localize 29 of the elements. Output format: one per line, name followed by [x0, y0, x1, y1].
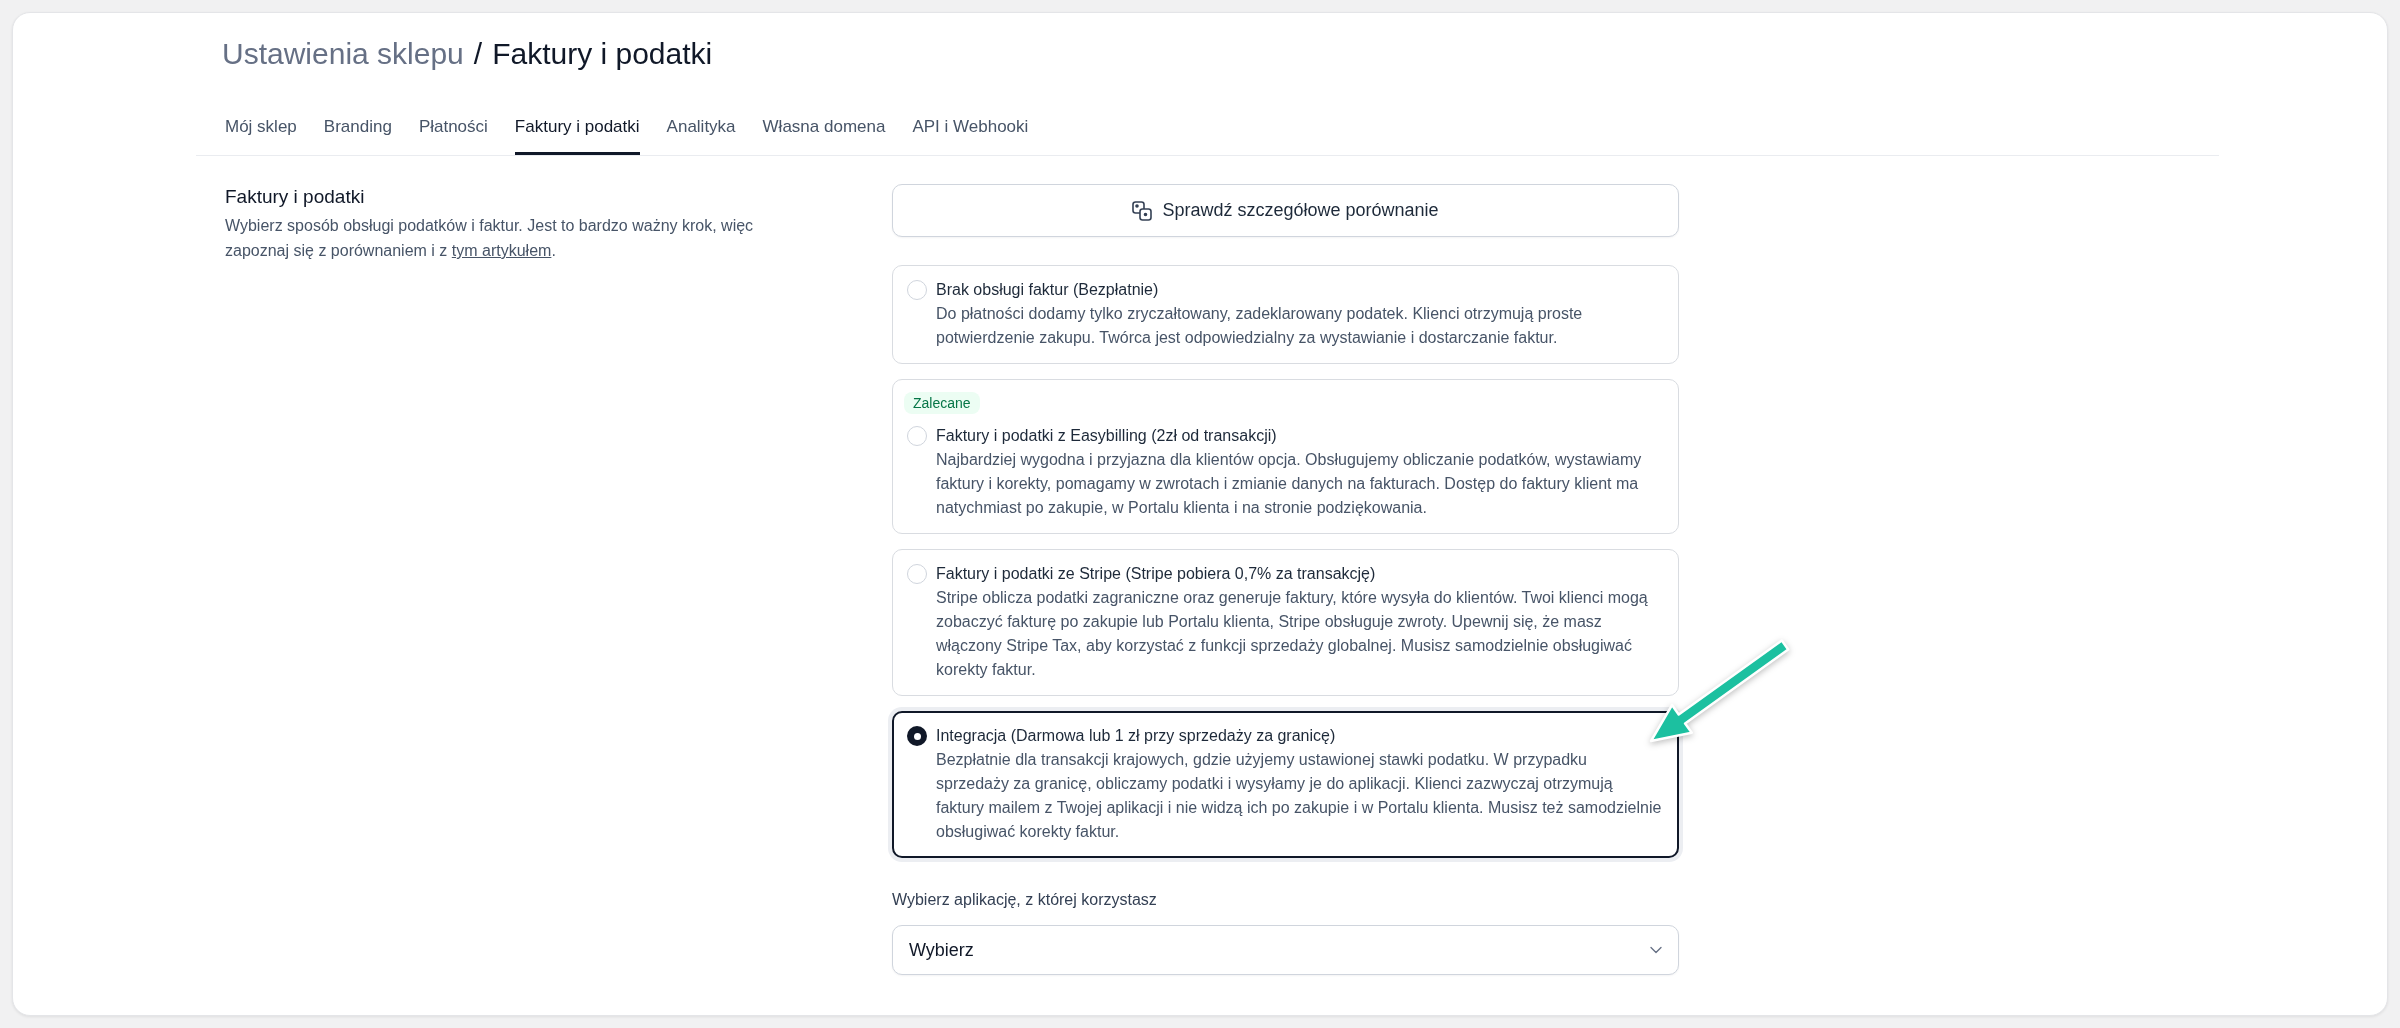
page-title: Faktury i podatki	[492, 36, 713, 72]
compare-button[interactable]: Sprawdź szczegółowe porównanie	[892, 184, 1679, 237]
select-label: Wybierz aplikację, z której korzystasz	[892, 890, 1158, 910]
tab[interactable]: Analityka	[666, 105, 736, 155]
option-title: Faktury i podatki ze Stripe (Stripe pobiera 0,7% za transakcję)	[936, 564, 1377, 584]
option-description: Stripe oblicza podatki zagraniczne oraz generuje faktury, które wysyła do klientów. Twoi klienci mogą zobaczyć fakturę po zakupie lub Portalu klienta, Stripe obsługuje zwroty. Upewnij się, że masz włączony Stripe Tax, aby korzystać z funkcji sprzedaży globalnej. Musisz samodzielnie obsługiwać korekty faktur.	[936, 588, 1649, 680]
tab[interactable]: API i Webhooki	[912, 105, 1029, 155]
tab[interactable]: Mój sklep	[225, 105, 297, 155]
radio-button[interactable]	[907, 280, 927, 300]
recommended-badge: Zalecane	[904, 392, 980, 414]
radio-button[interactable]	[907, 564, 927, 584]
option-description: Do płatności dodamy tylko zryczałtowany, zadeklarowany podatek. Klienci otrzymują proste potwierdzenie zakupu. Twórca jest odpowiedzialny za wystawianie i dostarczanie faktur.	[936, 304, 1584, 348]
section-title: Faktury i podatki	[225, 185, 366, 209]
compare-icon	[1132, 200, 1153, 221]
radio-button[interactable]	[907, 726, 927, 746]
article-link[interactable]: tym artykułem	[451, 242, 552, 259]
tab[interactable]: Płatności	[418, 105, 488, 155]
option-title: Brak obsługi faktur (Bezpłatnie)	[936, 280, 1160, 300]
option-description: Najbardziej wygodna i przyjazna dla klientów opcja. Obsługujemy obliczanie podatków, wystawiamy faktury i korekty, pomagamy w zwrotach i zmianie danych na fakturach. Dostęp do faktury klient ma natychmiast po zakupie, w Portalu klienta i na stronie podziękowania.	[936, 450, 1643, 518]
option-title: Faktury i podatki z Easybilling (2zł od transakcji)	[936, 426, 1278, 446]
app-select[interactable]: Wybierz	[892, 925, 1679, 975]
option-description: Bezpłatnie dla transakcji krajowych, gdzie użyjemy ustawionej stawki podatku. W przypadku sprzedaży za granicę, obliczamy podatki i wysyłamy je do aplikacji. Klienci zazwyczaj otrzymują faktury mailem z Twojej aplikacji i nie widzą ich po zakupie i w Portalu klienta. Musisz też samodzielnie obsługiwać korekty faktur.	[936, 750, 1663, 842]
breadcrumb-separator: /	[473, 36, 483, 72]
breadcrumb-link[interactable]: Ustawienia sklepu	[222, 34, 464, 74]
option-title: Integracja (Darmowa lub 1 zł przy sprzedaży za granicę)	[936, 726, 1337, 746]
tab[interactable]: Branding	[323, 105, 392, 155]
section-description: Wybierz sposób obsługi podatków i faktur. Jest to bardzo ważny krok, więc zapoznaj się z porównaniem i z tym artykułem.	[225, 216, 755, 261]
radio-button[interactable]	[907, 426, 927, 446]
tab[interactable]: Własna domena	[762, 105, 886, 155]
